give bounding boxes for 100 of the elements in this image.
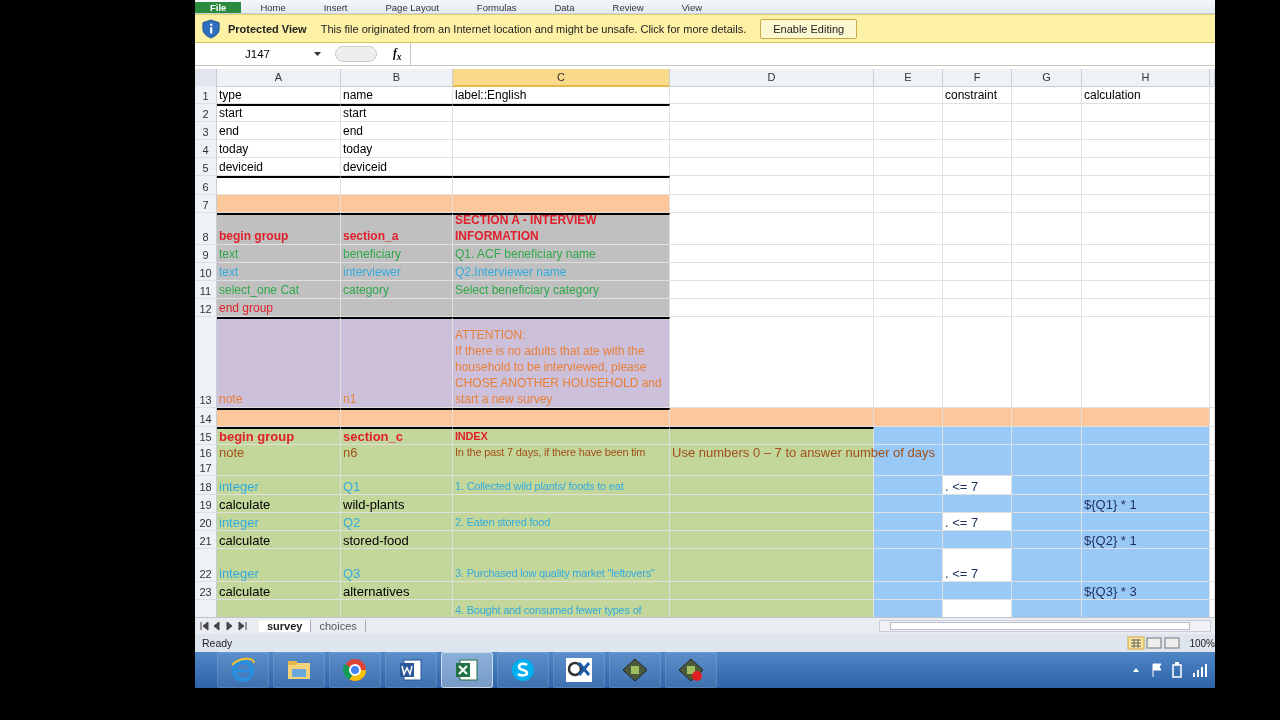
zoom-level[interactable]: 100% <box>1189 637 1215 649</box>
cell-text: 1. Collected wild plants/ foods to eat <box>455 479 624 495</box>
cell-text: end <box>219 124 240 140</box>
cell-text: start <box>219 106 243 122</box>
cell-text: 2. Eaten stored food <box>455 515 551 531</box>
cell-text: calculate <box>219 497 271 513</box>
cell-text: Q1. ACF beneficiary name <box>455 247 596 263</box>
ribbon-tab[interactable]: Formulas <box>457 1 536 13</box>
cell-text: text <box>219 247 239 263</box>
row-header[interactable]: 15 <box>195 427 217 446</box>
cell-text: interviewer <box>343 265 402 281</box>
cell-text: type <box>219 88 242 104</box>
row-header[interactable]: 17 <box>195 460 217 477</box>
cell-text: today <box>219 142 249 158</box>
column-header[interactable]: G <box>1012 69 1082 88</box>
row-header[interactable]: 1 <box>195 86 217 105</box>
ribbon-tab[interactable]: Insert <box>304 1 367 13</box>
cell-text: section_a <box>343 229 399 245</box>
cell-text: wild-plants <box>343 497 405 513</box>
insert-function-button[interactable]: f$_{x}$ <box>393 46 402 63</box>
row-header[interactable]: 19 <box>195 495 217 514</box>
status-text: Ready <box>202 637 233 650</box>
cell-text: end group <box>219 301 274 317</box>
cell-text: ATTENTION: If there is no adults that ate with the household to be interviewed, please CHOSE ANOTHER HOUSEHOLD and start a new survey <box>455 327 663 408</box>
row-header[interactable]: 5 <box>195 158 217 177</box>
row-header[interactable]: 2 <box>195 104 217 123</box>
cell-text: calculate <box>219 533 271 549</box>
cell-text: begin group <box>219 229 289 245</box>
cell-text: INDEX <box>455 429 488 445</box>
cell-text: calculation <box>1084 88 1141 104</box>
cell-text: ${Q1} * 1 <box>1084 497 1137 513</box>
cell-text: integer <box>219 566 259 582</box>
cell-text: 3. Purchased low quality market "leftovers" <box>455 566 655 582</box>
cell-text: integer <box>219 479 259 495</box>
row-header[interactable]: 21 <box>195 531 217 550</box>
cell-text: . <= 7 <box>945 479 979 495</box>
row-header[interactable]: 3 <box>195 122 217 141</box>
column-header[interactable]: H <box>1082 69 1210 88</box>
cell-text: n1 <box>343 392 357 408</box>
row-header[interactable]: 7 <box>195 195 217 214</box>
row-header[interactable]: 4 <box>195 140 217 159</box>
row-header[interactable]: 11 <box>195 281 217 300</box>
cell-text: 4. Bought and consumed fewer types of <box>455 603 642 618</box>
row-header[interactable]: 18 <box>195 476 217 496</box>
cell-text: name <box>343 88 374 104</box>
ribbon-tab[interactable]: Data <box>535 1 594 13</box>
row-header[interactable]: 12 <box>195 299 217 318</box>
cell-text: In the past 7 days, if there have been tim <box>455 445 646 461</box>
column-header[interactable]: C <box>453 69 670 88</box>
cell-text: ${Q3} * 3 <box>1084 584 1137 600</box>
cell-text: n6 <box>343 445 358 461</box>
row-header[interactable]: 9 <box>195 245 217 264</box>
cell-text: ${Q2} * 1 <box>1084 533 1137 549</box>
cell-text: note <box>219 445 245 461</box>
cell-text: Q2 <box>343 515 361 531</box>
ribbon-tab[interactable]: Page Layout <box>366 1 458 13</box>
sheet-tab[interactable]: survey <box>259 620 312 633</box>
ribbon-tab[interactable]: View <box>662 1 722 13</box>
row-header[interactable]: 22 <box>195 549 217 583</box>
protected-view-message[interactable]: This file originated from an Internet location and might be unsafe. Click for more details. <box>320 22 747 35</box>
sheet-tab[interactable]: choices <box>311 620 366 633</box>
cell-text: Q1 <box>343 479 361 495</box>
ribbon-tab[interactable]: File <box>195 1 242 13</box>
row-header[interactable]: 13 <box>195 317 217 409</box>
cell-text: end <box>343 124 364 140</box>
column-header[interactable]: A <box>217 69 341 88</box>
column-header[interactable]: D <box>670 69 874 88</box>
column-header[interactable]: F <box>943 69 1012 88</box>
cell-text: constraint <box>945 88 998 104</box>
cell-text: category <box>343 283 390 299</box>
cell-text: section_c <box>343 429 403 445</box>
cell-text: integer <box>219 515 259 531</box>
cell-text: calculate <box>219 584 271 600</box>
cell-text: stored-food <box>343 533 409 549</box>
row-header[interactable]: 16 <box>195 445 217 462</box>
column-header[interactable]: E <box>874 69 943 88</box>
cell-text: . <= 7 <box>945 515 979 531</box>
cell-text: Select beneficiary category <box>455 283 600 299</box>
cell-text: Q3 <box>343 566 361 582</box>
row-header[interactable]: 20 <box>195 513 217 532</box>
cell-text: alternatives <box>343 584 410 600</box>
ribbon-tab[interactable]: Home <box>241 1 305 13</box>
cell-text: label::English <box>455 88 527 104</box>
ribbon-tab[interactable]: Review <box>593 1 663 13</box>
row-header[interactable]: 6 <box>195 176 217 196</box>
cell-text: note <box>219 392 243 408</box>
row-header[interactable]: 10 <box>195 263 217 282</box>
cell-text: deviceid <box>343 160 388 176</box>
cell-text: start <box>343 106 367 122</box>
cell-text: today <box>343 142 373 158</box>
name-box[interactable]: J147 <box>195 48 327 61</box>
enable-editing-button[interactable]: Enable Editing <box>760 18 858 39</box>
protected-view-title: Protected View <box>228 22 307 35</box>
row-header[interactable]: 8 <box>195 213 217 246</box>
cell-text: . <= 7 <box>945 566 979 582</box>
row-header[interactable]: 23 <box>195 582 217 601</box>
cell-text: SECTION A - INTERVIEW INFORMATION <box>455 215 598 245</box>
cell-text: begin group <box>219 429 295 445</box>
row-header[interactable]: 14 <box>195 408 217 428</box>
cell-text: text <box>219 265 239 281</box>
